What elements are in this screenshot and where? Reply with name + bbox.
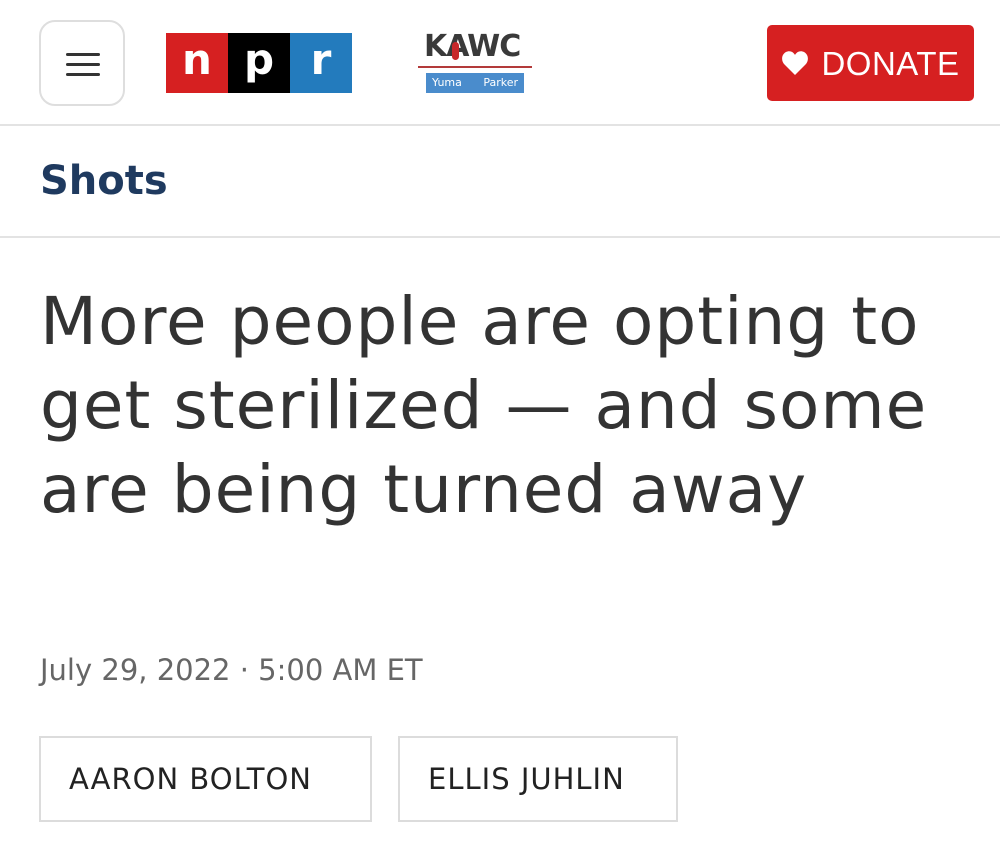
station-wordmark: KAWC <box>424 29 521 64</box>
microphone-icon <box>452 42 459 60</box>
article-headline: More people are opting to get sterilized… <box>40 283 928 528</box>
byline: AARON BOLTON ELLIS JUHLIN <box>39 736 678 822</box>
hamburger-menu-icon-line <box>66 73 100 76</box>
section-bar: Shots <box>0 126 1000 238</box>
station-city-right: Parker <box>483 76 518 89</box>
hamburger-menu-icon <box>66 53 100 56</box>
heart-icon <box>782 51 809 75</box>
donate-label: DONATE <box>821 44 960 82</box>
npr-logo-letter-n: n <box>166 33 228 93</box>
site-header: n p r KAWC Yuma Parker DONATE <box>0 0 1000 126</box>
menu-button[interactable] <box>39 20 125 106</box>
station-city-left: Yuma <box>432 76 462 89</box>
hamburger-menu-icon-line <box>66 63 100 66</box>
npr-logo[interactable]: n p r <box>166 33 352 93</box>
author-link[interactable]: AARON BOLTON <box>39 736 372 822</box>
npr-logo-letter-p: p <box>228 33 290 93</box>
section-link-shots[interactable]: Shots <box>40 156 168 206</box>
donate-button[interactable]: DONATE <box>767 25 974 101</box>
article-dateline: July 29, 2022 · 5:00 AM ET <box>40 653 423 687</box>
station-cities-bar: Yuma Parker <box>426 73 524 93</box>
station-logo-rule <box>418 66 532 68</box>
station-logo[interactable]: KAWC Yuma Parker <box>416 30 534 94</box>
npr-logo-letter-r: r <box>290 33 352 93</box>
author-link[interactable]: ELLIS JUHLIN <box>398 736 678 822</box>
